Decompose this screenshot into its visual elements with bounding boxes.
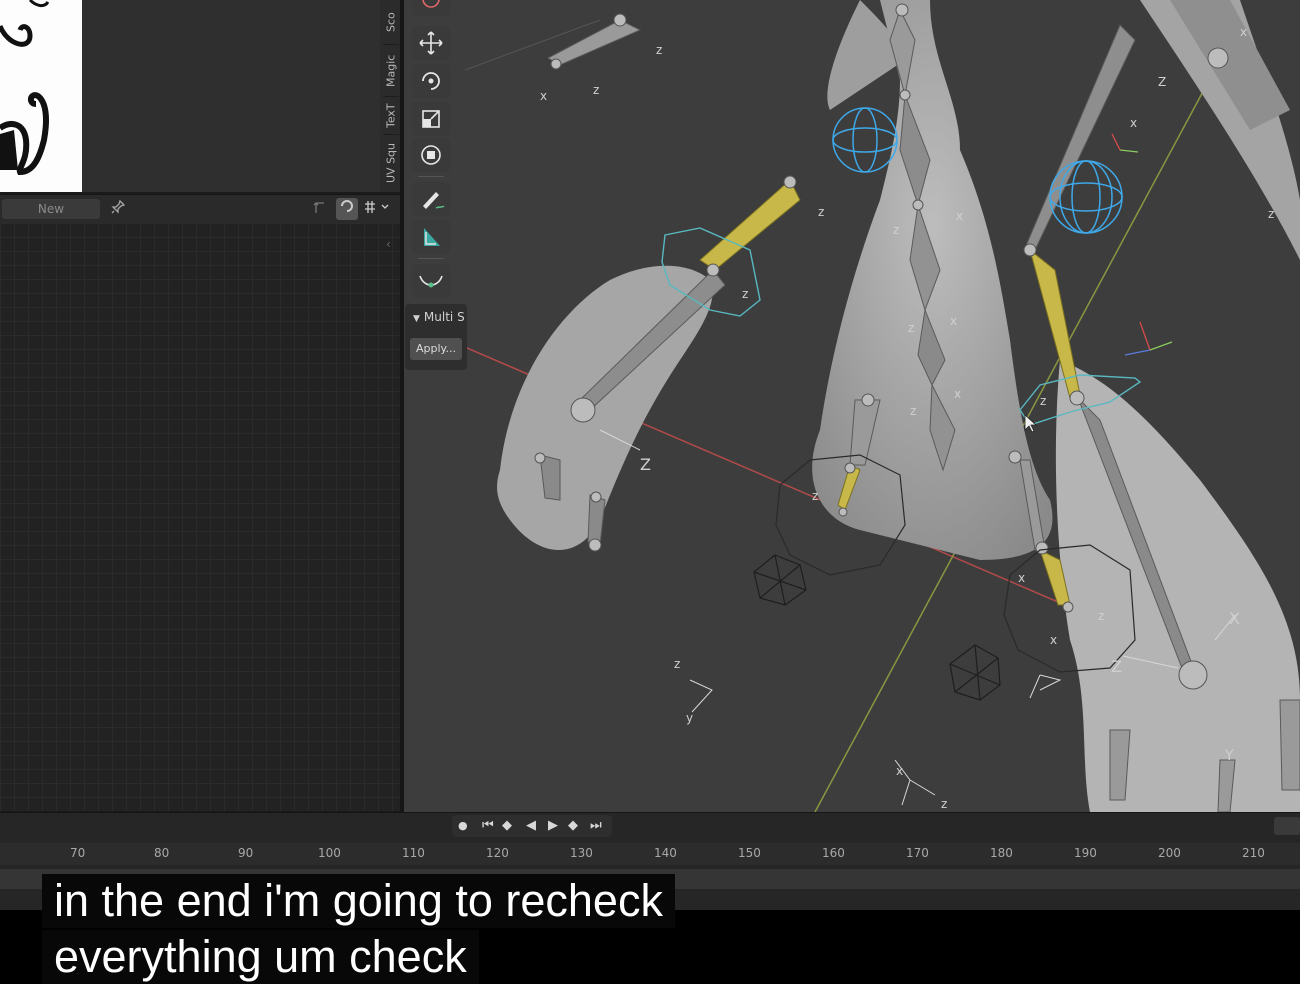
apply-button[interactable]: Apply... — [410, 338, 462, 360]
prev-keyframe-icon[interactable]: ◆ — [502, 816, 512, 836]
frame-label: 160 — [822, 846, 845, 860]
curve-icon[interactable] — [412, 264, 450, 298]
svg-text:x: x — [896, 764, 903, 778]
frame-label: 180 — [990, 846, 1013, 860]
frame-label: 70 — [70, 846, 86, 860]
svg-text:z: z — [812, 489, 818, 503]
viewport-toolbar — [412, 0, 452, 300]
caption-line-1: in the end i'm going to recheck — [42, 874, 675, 928]
toolbar-separator — [418, 258, 444, 259]
svg-text:x: x — [1130, 116, 1137, 130]
sidebar-tabs: Sco Magic TexT UV Squ — [380, 0, 402, 192]
pin-icon[interactable] — [108, 199, 128, 219]
svg-text:z: z — [1098, 609, 1104, 623]
collapse-arrow-icon[interactable]: ‹ — [386, 237, 400, 255]
mouse-cursor-icon — [1024, 414, 1038, 433]
brush-stroke-image — [0, 0, 50, 176]
frame-label: 120 — [486, 846, 509, 860]
tab-separator — [383, 134, 399, 135]
frame-label: 190 — [1074, 846, 1097, 860]
svg-text:Z: Z — [1158, 75, 1166, 89]
svg-text:Z: Z — [1111, 657, 1122, 676]
svg-text:z: z — [656, 43, 662, 57]
svg-text:z: z — [674, 657, 680, 671]
jump-start-icon[interactable]: ⏮ — [482, 816, 494, 836]
frame-label: 100 — [318, 846, 341, 860]
jump-end-icon[interactable]: ⏭ — [590, 816, 602, 836]
transform-icon[interactable] — [412, 138, 450, 172]
svg-text:x: x — [1018, 571, 1025, 585]
grid-view-dropdown-icon[interactable] — [362, 199, 392, 219]
next-keyframe-icon[interactable]: ◆ — [568, 816, 578, 836]
svg-text:y: y — [686, 711, 693, 725]
svg-text:x: x — [1240, 25, 1247, 39]
scale-icon[interactable] — [412, 102, 450, 136]
tab-sco[interactable]: Sco — [380, 0, 402, 44]
svg-text:x: x — [540, 89, 547, 103]
frame-label: 130 — [570, 846, 593, 860]
svg-text:x: x — [956, 209, 963, 223]
gizmo-toggle-icon[interactable] — [336, 198, 358, 220]
frame-label: 90 — [238, 846, 254, 860]
caption-line-2: everything um check — [42, 930, 479, 984]
tab-separator — [383, 44, 399, 45]
tab-text[interactable]: TexT — [380, 98, 402, 134]
svg-text:z: z — [910, 404, 916, 418]
svg-text:z: z — [941, 797, 947, 811]
tab-uv-squares[interactable]: UV Squ — [380, 136, 402, 190]
svg-text:X: X — [1229, 609, 1240, 628]
tab-separator — [383, 96, 399, 97]
move-icon[interactable] — [412, 26, 450, 60]
frame-label: 170 — [906, 846, 929, 860]
3d-viewport[interactable]: z z x z x z z Z z x x z x Z z Z X Y z x z y x z x z x z — [404, 0, 1300, 812]
rotate-icon[interactable] — [412, 64, 450, 98]
node-editor-grid[interactable]: ‹ — [0, 223, 402, 811]
last-operator-panel: ▼ Multi S Apply... — [405, 304, 467, 370]
cursor-icon[interactable] — [412, 0, 450, 16]
operator-panel-header[interactable]: ▼ Multi S — [413, 310, 465, 324]
svg-text:x: x — [954, 387, 961, 401]
measure-icon[interactable] — [412, 220, 450, 254]
svg-text:Y: Y — [1224, 748, 1234, 764]
svg-text:z: z — [818, 205, 824, 219]
annotate-icon[interactable] — [412, 182, 450, 216]
svg-text:z: z — [908, 321, 914, 335]
frame-label: 200 — [1158, 846, 1181, 860]
record-icon[interactable]: ● — [458, 816, 468, 836]
svg-text:x: x — [950, 314, 957, 328]
image-preview — [0, 0, 82, 192]
armature-scene: z z x z x z z Z z x x z x Z z Z X Y z x z y x z x z x z — [459, 0, 1300, 812]
svg-text:z: z — [742, 287, 748, 301]
svg-text:z: z — [1040, 394, 1046, 408]
image-canvas-area[interactable] — [82, 0, 402, 192]
operator-title: Multi S — [423, 310, 465, 324]
playback-controls: ● ⏮ ◆ ◀ ▶ ◆ ⏭ — [452, 815, 612, 837]
svg-text:Z: Z — [640, 455, 651, 474]
svg-text:z: z — [1268, 207, 1274, 221]
timeline-scroll-handle[interactable] — [1274, 817, 1300, 835]
new-image-button[interactable]: New — [2, 199, 100, 219]
icosphere-empties — [753, 554, 1001, 701]
frame-ruler[interactable]: 70 80 90 100 110 120 130 140 150 160 170… — [0, 843, 1300, 865]
frame-label: 150 — [738, 846, 761, 860]
play-icon[interactable]: ▶ — [548, 816, 558, 836]
tab-magic[interactable]: Magic — [380, 46, 402, 96]
frame-label: 140 — [654, 846, 677, 860]
svg-text:z: z — [893, 223, 899, 237]
upload-icon[interactable] — [310, 199, 330, 219]
svg-text:x: x — [1050, 633, 1057, 647]
image-editor-header: New — [0, 194, 402, 223]
play-reverse-icon[interactable]: ◀ — [526, 816, 536, 836]
frame-label: 110 — [402, 846, 425, 860]
frame-label: 210 — [1242, 846, 1265, 860]
collapse-triangle-icon: ▼ — [413, 314, 420, 324]
svg-text:z: z — [593, 83, 599, 97]
toolbar-separator — [418, 176, 444, 177]
frame-label: 80 — [154, 846, 170, 860]
